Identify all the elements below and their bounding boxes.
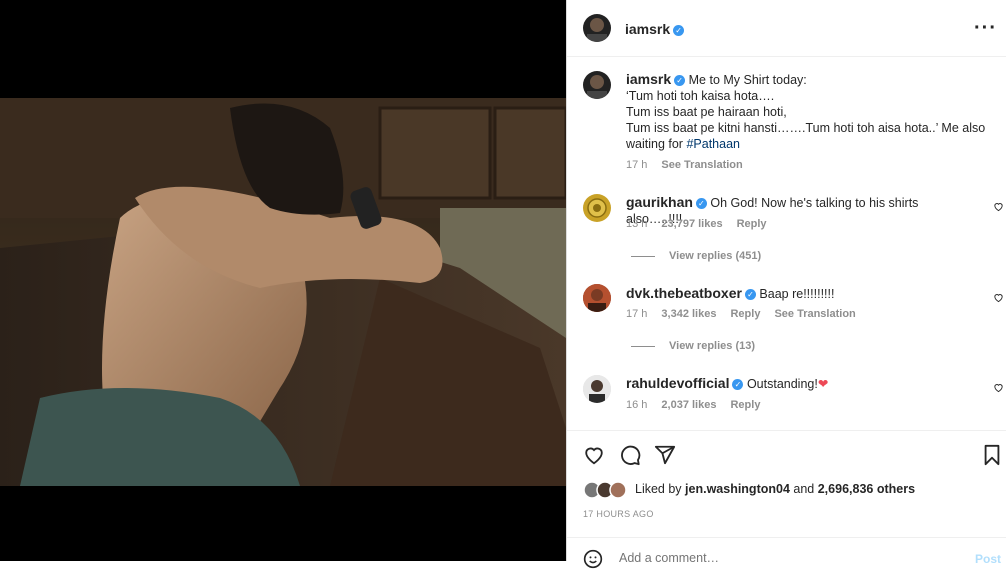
author-avatar[interactable] <box>583 14 611 42</box>
post-comment-button[interactable]: Post <box>975 552 1001 566</box>
add-comment-bar: Post <box>567 537 1006 569</box>
comment-avatar[interactable] <box>583 375 611 403</box>
view-replies-button[interactable]: View replies (13) <box>631 340 755 352</box>
see-translation-button[interactable]: See Translation <box>774 308 855 320</box>
post-timestamp[interactable]: 17 HOURS AGO <box>583 509 654 519</box>
hashtag-link[interactable]: #Pathaan <box>686 137 740 151</box>
comment-time[interactable]: 17 h <box>626 308 647 320</box>
verified-badge-icon: ✓ <box>673 25 685 36</box>
caption-text: iamsrk ✓ Me to My Shirt today: ‘Tum hoti … <box>626 71 996 152</box>
caption-line: Tum iss baat pe hairaan hoti, <box>626 105 787 119</box>
verified-badge-icon: ✓ <box>732 379 744 390</box>
view-replies-button[interactable]: View replies (451) <box>631 250 761 262</box>
comment-author[interactable]: rahuldevofficial <box>626 375 729 391</box>
share-send-icon[interactable] <box>654 444 676 466</box>
avatar-image <box>583 375 611 403</box>
comment-like-heart-icon[interactable] <box>993 292 1004 303</box>
comment-body: rahuldevofficial ✓ Outstanding!❤ <box>626 375 976 392</box>
reply-button[interactable]: Reply <box>737 218 767 230</box>
post-photo-illustration <box>0 98 566 486</box>
liked-by-user[interactable]: jen.washington04 <box>685 482 790 496</box>
caption-meta: 17 h See Translation <box>626 159 757 171</box>
liked-by-avatars[interactable] <box>583 481 633 499</box>
caption-line: Tum iss baat pe kitni hansti…….Tum hoti … <box>626 121 986 135</box>
save-bookmark-icon[interactable] <box>982 444 1002 466</box>
verified-badge-icon: ✓ <box>674 75 686 86</box>
comment-text: Outstanding! <box>746 377 818 391</box>
caption-author-username[interactable]: iamsrk <box>626 71 671 87</box>
avatar-image <box>587 75 607 99</box>
comment-avatar[interactable] <box>583 284 611 312</box>
comment-like-heart-icon[interactable] <box>993 382 1004 393</box>
comment-meta: 13 h 23,797 likes Reply <box>626 218 781 230</box>
comment-likes-count[interactable]: 3,342 likes <box>661 308 716 320</box>
comment-time[interactable]: 16 h <box>626 399 647 411</box>
reply-button[interactable]: Reply <box>730 399 760 411</box>
caption-line: ‘Tum hoti toh kaisa hota…. <box>626 89 775 103</box>
more-options-icon[interactable]: ··· <box>974 17 997 40</box>
comment-text: Baap re!!!!!!!!! <box>759 287 835 301</box>
author-name-wrap: iamsrk ✓ <box>625 21 685 39</box>
comment-author[interactable]: gaurikhan <box>626 194 693 210</box>
avatar-image <box>587 18 607 42</box>
verified-badge-icon: ✓ <box>695 198 707 209</box>
reply-button[interactable]: Reply <box>730 308 760 320</box>
add-comment-input[interactable] <box>617 550 921 566</box>
post-header: iamsrk ✓ ··· <box>567 0 1006 57</box>
verified-badge-icon: ✓ <box>744 289 756 300</box>
emoji-smiley-icon[interactable] <box>583 549 603 569</box>
comment-body: dvk.thebeatboxer ✓ Baap re!!!!!!!!! <box>626 285 976 302</box>
caption-line: waiting for <box>626 137 687 151</box>
post-actions-bar <box>567 430 1006 431</box>
likes-count[interactable]: 2,696,836 others <box>818 482 915 496</box>
caption-time[interactable]: 17 h <box>626 159 647 171</box>
comment-like-heart-icon[interactable] <box>993 201 1004 212</box>
comment-author[interactable]: dvk.thebeatboxer <box>626 285 742 301</box>
see-translation-button[interactable]: See Translation <box>661 159 742 171</box>
caption-line: Me to My Shirt today: <box>688 73 807 87</box>
like-heart-icon[interactable] <box>583 444 605 466</box>
comment-likes-count[interactable]: 2,037 likes <box>661 399 716 411</box>
liked-by-and: and <box>789 482 818 496</box>
comment-time[interactable]: 13 h <box>626 218 647 230</box>
comment-bubble-icon[interactable] <box>619 444 641 466</box>
avatar-image <box>583 284 611 312</box>
author-username[interactable]: iamsrk <box>625 21 670 37</box>
comment-avatar[interactable] <box>583 194 611 222</box>
likes-summary: Liked by jen.washington04 and 2,696,836 … <box>635 482 915 496</box>
post-photo[interactable] <box>0 98 566 486</box>
liked-by-prefix: Liked by <box>635 482 686 496</box>
avatar-stack-image <box>583 481 627 499</box>
comment-meta: 16 h 2,037 likes Reply <box>626 399 774 411</box>
avatar-image <box>587 198 607 218</box>
caption-author-avatar[interactable] <box>583 71 611 99</box>
comment-likes-count[interactable]: 23,797 likes <box>661 218 722 230</box>
post-sidebar: iamsrk ✓ ··· iamsrk ✓ Me to My Shirt today… <box>566 0 1006 569</box>
post-media-panel <box>0 0 566 561</box>
heart-emoji: ❤ <box>817 377 829 391</box>
comment-meta: 17 h 3,342 likes Reply See Translation <box>626 308 870 320</box>
